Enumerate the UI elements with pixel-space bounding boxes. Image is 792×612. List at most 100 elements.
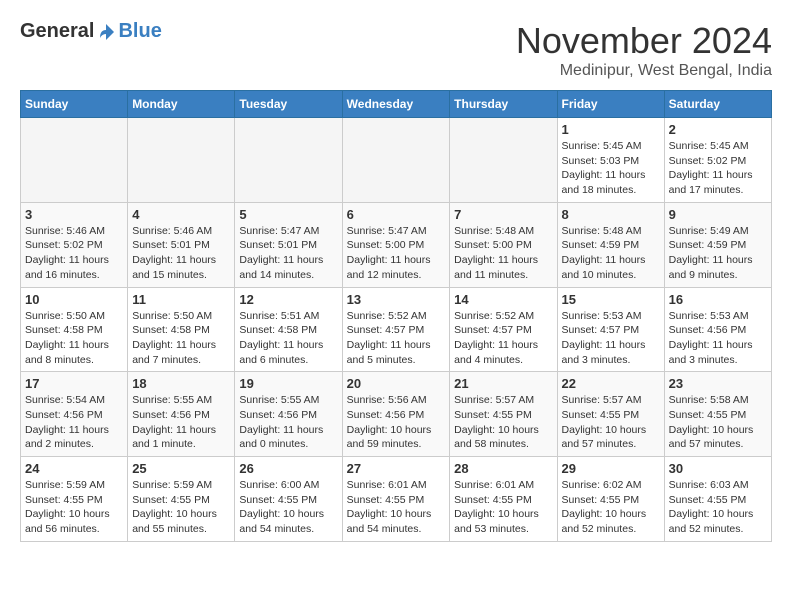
day-number: 25 bbox=[132, 461, 230, 476]
day-info: Sunrise: 5:50 AM Sunset: 4:58 PM Dayligh… bbox=[132, 309, 230, 368]
calendar-cell: 19 Sunrise: 5:55 AM Sunset: 4:56 PM Dayli… bbox=[235, 372, 342, 457]
title-block: November 2024 Medinipur, West Bengal, In… bbox=[516, 20, 772, 80]
day-info: Sunrise: 5:53 AM Sunset: 4:57 PM Dayligh… bbox=[562, 309, 660, 368]
day-number: 28 bbox=[454, 461, 552, 476]
calendar-cell: 6Sunrise: 5:47 AM Sunset: 5:00 PM Daylig… bbox=[342, 202, 450, 287]
calendar-cell: 23 Sunrise: 5:58 AM Sunset: 4:55 PM Dayli… bbox=[664, 372, 771, 457]
calendar-cell: 29 Sunrise: 6:02 AM Sunset: 4:55 PM Dayli… bbox=[557, 457, 664, 542]
day-info: Sunrise: 5:58 AM Sunset: 4:55 PM Dayligh… bbox=[669, 393, 767, 452]
day-info: Sunrise: 5:46 AM Sunset: 5:01 PM Dayligh… bbox=[132, 224, 230, 283]
day-number: 23 bbox=[669, 376, 767, 391]
logo-icon bbox=[96, 22, 116, 42]
day-info: Sunrise: 6:00 AM Sunset: 4:55 PM Dayligh… bbox=[239, 478, 337, 537]
calendar-cell: 26 Sunrise: 6:00 AM Sunset: 4:55 PM Dayli… bbox=[235, 457, 342, 542]
calendar-header-row: SundayMondayTuesdayWednesdayThursdayFrid… bbox=[21, 91, 772, 118]
calendar-cell: 10Sunrise: 5:50 AM Sunset: 4:58 PM Dayli… bbox=[21, 287, 128, 372]
day-info: Sunrise: 5:45 AM Sunset: 5:02 PM Dayligh… bbox=[669, 139, 767, 198]
calendar-cell: 14 Sunrise: 5:52 AM Sunset: 4:57 PM Dayli… bbox=[450, 287, 557, 372]
calendar-cell: 2 Sunrise: 5:45 AM Sunset: 5:02 PM Daylig… bbox=[664, 118, 771, 203]
day-info: Sunrise: 5:59 AM Sunset: 4:55 PM Dayligh… bbox=[132, 478, 230, 537]
day-info: Sunrise: 5:47 AM Sunset: 5:01 PM Dayligh… bbox=[239, 224, 337, 283]
day-info: Sunrise: 6:02 AM Sunset: 4:55 PM Dayligh… bbox=[562, 478, 660, 537]
day-info: Sunrise: 5:49 AM Sunset: 4:59 PM Dayligh… bbox=[669, 224, 767, 283]
day-number: 7 bbox=[454, 207, 552, 222]
day-info: Sunrise: 5:52 AM Sunset: 4:57 PM Dayligh… bbox=[454, 309, 552, 368]
calendar-week-row: 3Sunrise: 5:46 AM Sunset: 5:02 PM Daylig… bbox=[21, 202, 772, 287]
logo-blue: Blue bbox=[118, 20, 161, 43]
day-number: 12 bbox=[239, 292, 337, 307]
calendar-cell: 1 Sunrise: 5:45 AM Sunset: 5:03 PM Daylig… bbox=[557, 118, 664, 203]
calendar-header-monday: Monday bbox=[128, 91, 235, 118]
day-number: 26 bbox=[239, 461, 337, 476]
day-number: 9 bbox=[669, 207, 767, 222]
day-info: Sunrise: 5:54 AM Sunset: 4:56 PM Dayligh… bbox=[25, 393, 123, 452]
calendar-cell bbox=[21, 118, 128, 203]
day-number: 11 bbox=[132, 292, 230, 307]
day-number: 20 bbox=[347, 376, 446, 391]
calendar-cell: 25 Sunrise: 5:59 AM Sunset: 4:55 PM Dayli… bbox=[128, 457, 235, 542]
day-number: 4 bbox=[132, 207, 230, 222]
calendar-header-saturday: Saturday bbox=[664, 91, 771, 118]
calendar: SundayMondayTuesdayWednesdayThursdayFrid… bbox=[20, 90, 772, 542]
day-info: Sunrise: 6:01 AM Sunset: 4:55 PM Dayligh… bbox=[347, 478, 446, 537]
day-info: Sunrise: 5:46 AM Sunset: 5:02 PM Dayligh… bbox=[25, 224, 123, 283]
day-number: 14 bbox=[454, 292, 552, 307]
calendar-cell: 20Sunrise: 5:56 AM Sunset: 4:56 PM Dayli… bbox=[342, 372, 450, 457]
calendar-header-friday: Friday bbox=[557, 91, 664, 118]
calendar-header-tuesday: Tuesday bbox=[235, 91, 342, 118]
day-number: 13 bbox=[347, 292, 446, 307]
calendar-cell: 7 Sunrise: 5:48 AM Sunset: 5:00 PM Daylig… bbox=[450, 202, 557, 287]
day-info: Sunrise: 5:51 AM Sunset: 4:58 PM Dayligh… bbox=[239, 309, 337, 368]
day-number: 2 bbox=[669, 122, 767, 137]
month-title: November 2024 bbox=[516, 20, 772, 62]
day-number: 8 bbox=[562, 207, 660, 222]
day-number: 19 bbox=[239, 376, 337, 391]
day-info: Sunrise: 5:55 AM Sunset: 4:56 PM Dayligh… bbox=[132, 393, 230, 452]
calendar-cell bbox=[128, 118, 235, 203]
calendar-header-sunday: Sunday bbox=[21, 91, 128, 118]
logo: General Blue bbox=[20, 20, 162, 43]
day-info: Sunrise: 5:52 AM Sunset: 4:57 PM Dayligh… bbox=[347, 309, 446, 368]
day-number: 30 bbox=[669, 461, 767, 476]
calendar-week-row: 10Sunrise: 5:50 AM Sunset: 4:58 PM Dayli… bbox=[21, 287, 772, 372]
calendar-cell: 3Sunrise: 5:46 AM Sunset: 5:02 PM Daylig… bbox=[21, 202, 128, 287]
calendar-cell bbox=[342, 118, 450, 203]
calendar-cell: 27Sunrise: 6:01 AM Sunset: 4:55 PM Dayli… bbox=[342, 457, 450, 542]
calendar-cell: 13 Sunrise: 5:52 AM Sunset: 4:57 PM Dayli… bbox=[342, 287, 450, 372]
calendar-cell: 8Sunrise: 5:48 AM Sunset: 4:59 PM Daylig… bbox=[557, 202, 664, 287]
calendar-cell: 12 Sunrise: 5:51 AM Sunset: 4:58 PM Dayli… bbox=[235, 287, 342, 372]
calendar-cell bbox=[450, 118, 557, 203]
calendar-week-row: 1 Sunrise: 5:45 AM Sunset: 5:03 PM Daylig… bbox=[21, 118, 772, 203]
day-number: 24 bbox=[25, 461, 123, 476]
day-info: Sunrise: 5:48 AM Sunset: 5:00 PM Dayligh… bbox=[454, 224, 552, 283]
calendar-cell: 18Sunrise: 5:55 AM Sunset: 4:56 PM Dayli… bbox=[128, 372, 235, 457]
day-info: Sunrise: 5:53 AM Sunset: 4:56 PM Dayligh… bbox=[669, 309, 767, 368]
day-info: Sunrise: 6:01 AM Sunset: 4:55 PM Dayligh… bbox=[454, 478, 552, 537]
location: Medinipur, West Bengal, India bbox=[516, 62, 772, 80]
day-number: 17 bbox=[25, 376, 123, 391]
day-info: Sunrise: 5:57 AM Sunset: 4:55 PM Dayligh… bbox=[454, 393, 552, 452]
day-info: Sunrise: 5:50 AM Sunset: 4:58 PM Dayligh… bbox=[25, 309, 123, 368]
day-number: 15 bbox=[562, 292, 660, 307]
calendar-cell: 21 Sunrise: 5:57 AM Sunset: 4:55 PM Dayli… bbox=[450, 372, 557, 457]
calendar-week-row: 17 Sunrise: 5:54 AM Sunset: 4:56 PM Dayli… bbox=[21, 372, 772, 457]
calendar-cell bbox=[235, 118, 342, 203]
day-info: Sunrise: 6:03 AM Sunset: 4:55 PM Dayligh… bbox=[669, 478, 767, 537]
calendar-cell: 15 Sunrise: 5:53 AM Sunset: 4:57 PM Dayli… bbox=[557, 287, 664, 372]
calendar-header-thursday: Thursday bbox=[450, 91, 557, 118]
day-number: 21 bbox=[454, 376, 552, 391]
calendar-header-wednesday: Wednesday bbox=[342, 91, 450, 118]
day-number: 16 bbox=[669, 292, 767, 307]
day-number: 29 bbox=[562, 461, 660, 476]
day-number: 5 bbox=[239, 207, 337, 222]
calendar-week-row: 24 Sunrise: 5:59 AM Sunset: 4:55 PM Dayli… bbox=[21, 457, 772, 542]
calendar-cell: 30 Sunrise: 6:03 AM Sunset: 4:55 PM Dayli… bbox=[664, 457, 771, 542]
day-info: Sunrise: 5:45 AM Sunset: 5:03 PM Dayligh… bbox=[562, 139, 660, 198]
day-info: Sunrise: 5:55 AM Sunset: 4:56 PM Dayligh… bbox=[239, 393, 337, 452]
day-number: 22 bbox=[562, 376, 660, 391]
calendar-cell: 9 Sunrise: 5:49 AM Sunset: 4:59 PM Daylig… bbox=[664, 202, 771, 287]
day-number: 1 bbox=[562, 122, 660, 137]
day-info: Sunrise: 5:57 AM Sunset: 4:55 PM Dayligh… bbox=[562, 393, 660, 452]
calendar-cell: 11 Sunrise: 5:50 AM Sunset: 4:58 PM Dayli… bbox=[128, 287, 235, 372]
calendar-cell: 28 Sunrise: 6:01 AM Sunset: 4:55 PM Dayli… bbox=[450, 457, 557, 542]
